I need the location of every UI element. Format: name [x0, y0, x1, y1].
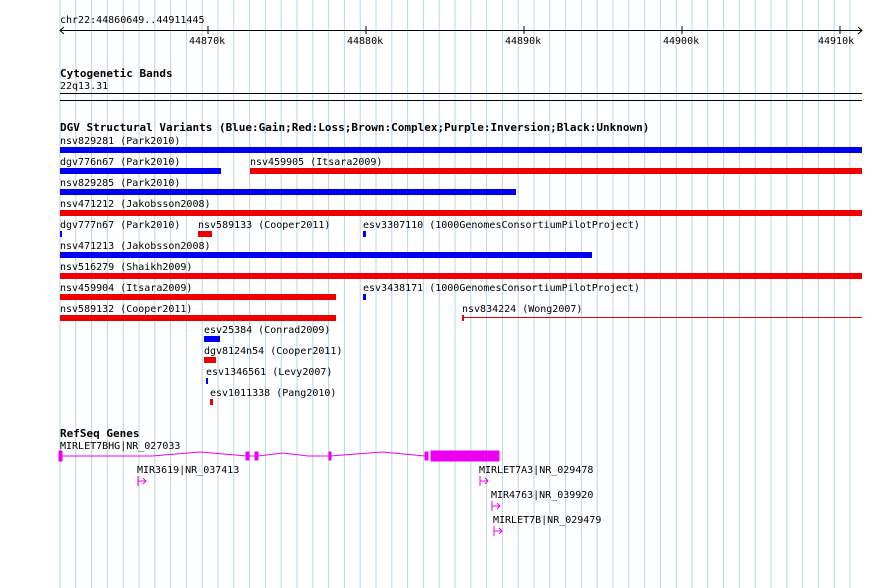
cytoband-label[interactable]: 22q13.31: [60, 81, 108, 92]
refseq-track-title[interactable]: RefSeq Genes: [60, 428, 139, 440]
dgv-feature-label[interactable]: nsv459905 (Itsara2009): [250, 157, 382, 168]
ruler-tick-label: 44890k: [505, 36, 542, 47]
dgv-feature-bar[interactable]: [363, 294, 366, 300]
cytoband-band-top: [60, 93, 862, 94]
dgv-feature-bar[interactable]: [60, 252, 592, 258]
gene-label[interactable]: MIRLET7B|NR_029479: [493, 515, 601, 526]
ruler-tick-label: 44910k: [818, 36, 855, 47]
ruler-tick-label: 44900k: [663, 36, 700, 47]
cytoband-band-bottom: [60, 100, 862, 101]
dgv-feature-bar[interactable]: [206, 378, 208, 384]
ruler-tick-label: 44870k: [189, 36, 226, 47]
dgv-feature-bar[interactable]: [204, 357, 216, 363]
ruler-tick-label: 44880k: [347, 36, 384, 47]
dgv-feature-label[interactable]: dgv8124n54 (Cooper2011): [204, 346, 342, 357]
dgv-feature-bar[interactable]: [60, 147, 862, 153]
gene-label[interactable]: MIRLET7A3|NR_029478: [479, 465, 593, 476]
dgv-feature-label[interactable]: dgv776n67 (Park2010): [60, 157, 180, 168]
dgv-feature-bar[interactable]: [250, 168, 862, 174]
dgv-feature-bar[interactable]: [363, 231, 366, 237]
dgv-feature-label[interactable]: nsv589132 (Cooper2011): [60, 304, 192, 315]
dgv-feature-label[interactable]: nsv516279 (Shaikh2009): [60, 262, 192, 273]
dgv-feature-label[interactable]: nsv829281 (Park2010): [60, 136, 180, 147]
dgv-feature-bar[interactable]: [204, 336, 220, 342]
dgv-feature-bar[interactable]: [462, 317, 862, 318]
dgv-feature-label[interactable]: nsv471212 (Jakobsson2008): [60, 199, 211, 210]
dgv-feature-bar[interactable]: [60, 273, 862, 279]
gene-models[interactable]: [0, 440, 890, 545]
dgv-feature-bar[interactable]: [60, 210, 862, 216]
dgv-track-title[interactable]: DGV Structural Variants (Blue:Gain;Red:L…: [60, 122, 649, 134]
dgv-feature-bar-start: [462, 315, 464, 321]
dgv-feature-bar[interactable]: [198, 231, 212, 237]
dgv-feature-bar[interactable]: [210, 399, 213, 405]
dgv-feature-label[interactable]: nsv471213 (Jakobsson2008): [60, 241, 211, 252]
ruler-axis: [59, 26, 863, 35]
dgv-feature-label[interactable]: esv3307110 (1000GenomesConsortiumPilotPr…: [363, 220, 640, 231]
dgv-feature-label[interactable]: esv25384 (Conrad2009): [204, 325, 330, 336]
dgv-feature-label[interactable]: nsv459904 (Itsara2009): [60, 283, 192, 294]
gene-label[interactable]: MIR3619|NR_037413: [137, 465, 239, 476]
dgv-feature-label[interactable]: esv3438171 (1000GenomesConsortiumPilotPr…: [363, 283, 640, 294]
dgv-feature-bar[interactable]: [60, 315, 336, 321]
dgv-feature-label[interactable]: dgv777n67 (Park2010): [60, 220, 180, 231]
dgv-feature-label[interactable]: nsv834224 (Wong2007): [462, 304, 582, 315]
dgv-feature-label[interactable]: esv1011338 (Pang2010): [210, 388, 336, 399]
dgv-feature-bar[interactable]: [60, 294, 336, 300]
dgv-feature-label[interactable]: nsv589133 (Cooper2011): [198, 220, 330, 231]
dgv-feature-bar[interactable]: [60, 168, 221, 174]
dgv-feature-label[interactable]: esv1346561 (Levy2007): [206, 367, 332, 378]
dgv-feature-bar[interactable]: [60, 231, 62, 237]
cytoband-track-title[interactable]: Cytogenetic Bands: [60, 68, 173, 80]
gene-label[interactable]: MIR4763|NR_039920: [491, 490, 593, 501]
dgv-feature-label[interactable]: nsv829285 (Park2010): [60, 178, 180, 189]
dgv-feature-bar[interactable]: [60, 189, 516, 195]
